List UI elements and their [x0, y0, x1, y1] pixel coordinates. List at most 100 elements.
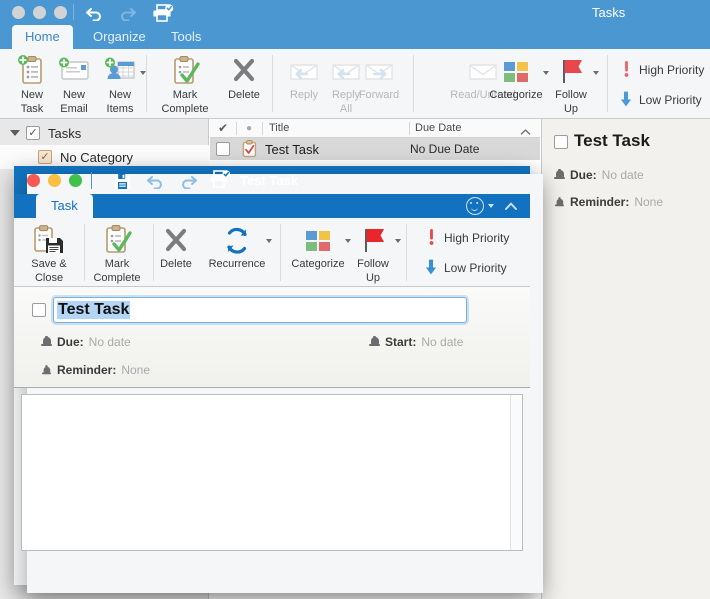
minimize-button[interactable] — [33, 6, 46, 19]
child-mark-complete-button[interactable]: Mark Complete — [86, 222, 148, 284]
low-priority-label: Low Priority — [444, 260, 507, 275]
notes-scrollbar[interactable] — [510, 395, 522, 550]
ribbon-low-priority-button[interactable]: Low Priority — [620, 91, 702, 108]
task-start-label: Start: — [385, 335, 417, 349]
ribbon-label-line1: Follow — [357, 258, 389, 270]
ribbon-label-line2: Close — [34, 272, 64, 284]
recurrence-icon — [200, 222, 274, 256]
sidebar-item-label: No Category — [60, 149, 133, 165]
disclosure-triangle-icon[interactable] — [10, 130, 20, 136]
tasks-app-window: Tasks Home Organize Tools New Task New E… — [0, 0, 710, 599]
ribbon-label-line2: Up — [563, 103, 579, 115]
tab-home[interactable]: Home — [12, 25, 73, 49]
undo-icon[interactable] — [84, 4, 106, 22]
task-due-label: Due: — [57, 335, 84, 349]
reading-pane-complete-checkbox[interactable] — [554, 135, 568, 149]
child-window-title: Test Task — [240, 173, 299, 188]
child-follow-up-button[interactable]: Follow Up — [345, 222, 401, 284]
column-header-title[interactable]: Title — [262, 119, 408, 138]
child-minimize-button[interactable] — [48, 174, 61, 187]
print-icon[interactable] — [152, 2, 174, 24]
ribbon-label-line1: Delete — [160, 258, 192, 270]
delete-icon — [148, 222, 204, 256]
undo-icon — [145, 172, 167, 190]
ribbon-label-line1: Save & — [31, 258, 67, 270]
task-form-fields: Test Task Due: No date Start: No date Re… — [14, 287, 530, 388]
main-ribbon: New Task New Email New Items Mark Comple… — [0, 49, 710, 119]
sidebar-no-category-checkbox[interactable]: ✓ — [38, 150, 52, 164]
high-priority-label: High Priority — [639, 62, 705, 77]
follow-up-flag-icon — [543, 53, 599, 87]
reading-pane-title: Test Task — [574, 131, 650, 150]
child-close-button[interactable] — [27, 174, 40, 187]
table-row[interactable]: Test Task No Due Date — [210, 138, 540, 160]
child-categorize-button[interactable]: Categorize — [285, 222, 351, 270]
task-complete-checkbox[interactable] — [32, 303, 46, 317]
chevron-down-icon[interactable] — [593, 71, 599, 75]
categorize-icon — [483, 53, 549, 87]
bell-icon — [554, 168, 565, 182]
main-tab-strip: Home Organize Tools — [0, 25, 710, 49]
child-high-priority-button[interactable]: High Priority — [425, 229, 509, 246]
task-title-input[interactable]: Test Task — [53, 297, 467, 323]
ribbon-label-line1: Mark — [104, 258, 130, 270]
print-icon[interactable] — [209, 170, 231, 188]
child-low-priority-button[interactable]: Low Priority — [425, 259, 507, 276]
child-maximize-button[interactable] — [69, 174, 82, 187]
ribbon-label-line1: Follow — [555, 89, 587, 101]
bell-icon — [554, 196, 565, 208]
column-header-check[interactable]: ✔ — [210, 119, 236, 138]
column-header-flag[interactable]: ● — [236, 119, 262, 138]
chevron-down-icon[interactable] — [488, 204, 494, 208]
child-save-close-button[interactable]: Save & Close — [19, 222, 79, 284]
chevron-down-icon[interactable] — [395, 239, 401, 243]
ribbon-mark-complete-button[interactable]: Mark Complete — [154, 53, 216, 115]
reading-pane-reminder-label: Reminder: — [570, 195, 630, 209]
bell-icon — [41, 364, 52, 376]
sidebar-tasks-checkbox[interactable]: ✓ — [26, 126, 40, 140]
task-reminder-value[interactable]: None — [121, 363, 150, 377]
ribbon-divider — [413, 55, 414, 112]
task-notes-textarea[interactable] — [21, 394, 523, 551]
ribbon-categorize-button[interactable]: Categorize — [483, 53, 549, 101]
smiley-icon[interactable] — [466, 197, 484, 215]
list-column-header: ✔ ● Title Due Date — [210, 119, 540, 138]
ribbon-delete-button[interactable]: Delete — [216, 53, 272, 101]
maximize-button[interactable] — [54, 6, 67, 19]
reading-pane-due-row: Due: No date — [554, 168, 644, 182]
reading-pane-due-label: Due: — [570, 168, 597, 182]
ribbon-label-line2: Complete — [93, 272, 141, 284]
follow-up-flag-icon — [345, 222, 401, 256]
task-due-value[interactable]: No date — [89, 335, 131, 349]
collapse-ribbon-chevron-icon[interactable] — [504, 199, 518, 213]
reading-pane-reminder-value[interactable]: None — [634, 195, 663, 209]
close-button[interactable] — [12, 6, 25, 19]
ribbon-new-items-button[interactable]: New Items — [92, 53, 148, 115]
sidebar-item-tasks[interactable]: ✓ Tasks — [0, 121, 209, 145]
sidebar-item-label: Tasks — [48, 125, 82, 141]
save-icon[interactable] — [112, 172, 132, 190]
window-traffic-lights — [12, 6, 67, 19]
chevron-down-icon[interactable] — [266, 239, 272, 243]
ribbon-high-priority-button[interactable]: High Priority — [620, 61, 704, 78]
ribbon-label-line1: New — [108, 89, 131, 101]
tab-organize[interactable]: Organize — [80, 25, 159, 49]
ribbon-label-line2: Complete — [161, 103, 209, 115]
row-complete-checkbox[interactable] — [216, 142, 230, 156]
task-start-value[interactable]: No date — [421, 335, 463, 349]
toolbar-divider — [73, 4, 74, 20]
tab-tools[interactable]: Tools — [158, 25, 214, 49]
ribbon-label-line2: All — [339, 103, 353, 115]
ribbon-divider — [146, 55, 147, 112]
ribbon-follow-up-button[interactable]: Follow Up — [543, 53, 599, 115]
task-start-row: Start: No date — [369, 335, 463, 349]
tab-task[interactable]: Task — [36, 194, 93, 218]
child-delete-button[interactable]: Delete — [148, 222, 204, 270]
child-recurrence-button[interactable]: Recurrence — [200, 222, 274, 270]
reading-pane-due-value[interactable]: No date — [602, 168, 644, 182]
high-priority-exclamation-icon — [425, 229, 437, 246]
low-priority-arrow-icon — [425, 259, 437, 276]
mark-complete-icon — [86, 222, 148, 256]
ribbon-forward-button[interactable]: Forward — [349, 53, 409, 101]
new-items-icon — [92, 53, 148, 87]
